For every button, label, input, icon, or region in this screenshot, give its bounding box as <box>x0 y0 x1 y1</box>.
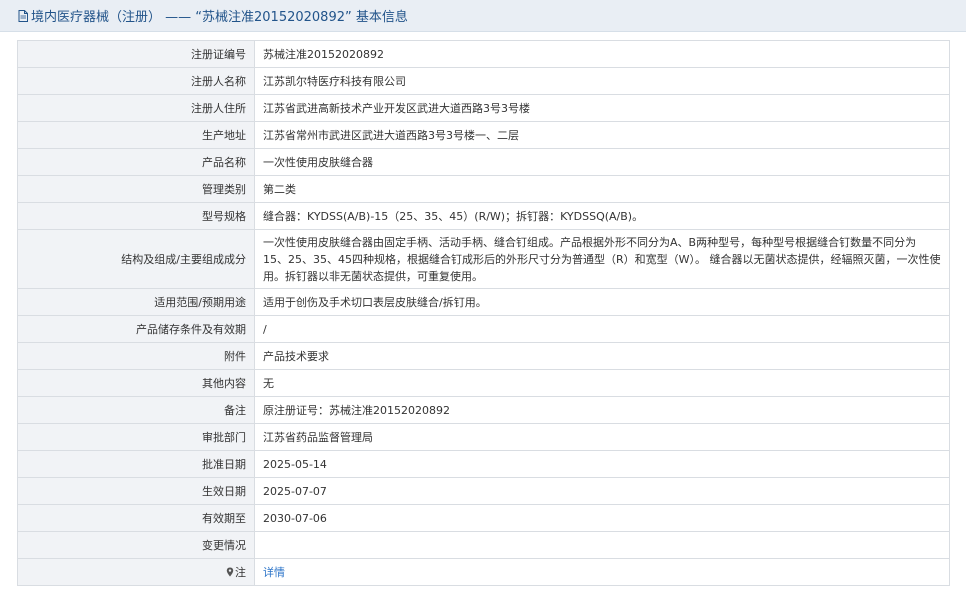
info-table: 注册证编号 苏械注准20152020892 注册人名称 江苏凯尔特医疗科技有限公… <box>17 40 950 586</box>
details-link[interactable]: 详情 <box>263 566 285 579</box>
row-label: 型号规格 <box>17 202 255 230</box>
table-row: 备注 原注册证号：苏械注准20152020892 <box>17 396 950 424</box>
row-label: 有效期至 <box>17 504 255 532</box>
table-row: 结构及组成/主要组成成分 一次性使用皮肤缝合器由固定手柄、活动手柄、缝合钉组成。… <box>17 229 950 289</box>
row-value: 第二类 <box>254 175 950 203</box>
row-label: 附件 <box>17 342 255 370</box>
row-label: 批准日期 <box>17 450 255 478</box>
row-label: 备注 <box>17 396 255 424</box>
row-value: 原注册证号：苏械注准20152020892 <box>254 396 950 424</box>
info-table-container: 注册证编号 苏械注准20152020892 注册人名称 江苏凯尔特医疗科技有限公… <box>17 40 950 586</box>
row-value: 江苏省药品监督管理局 <box>254 423 950 451</box>
table-row: 生效日期 2025-07-07 <box>17 477 950 505</box>
row-value: 产品技术要求 <box>254 342 950 370</box>
row-value: 2025-05-14 <box>254 450 950 478</box>
document-icon <box>18 9 28 22</box>
pin-icon <box>226 567 234 576</box>
table-row: 产品储存条件及有效期 / <box>17 315 950 343</box>
row-label: 生产地址 <box>17 121 255 149</box>
note-label-cell: 注 <box>17 558 255 586</box>
row-value: 苏械注准20152020892 <box>254 40 950 68</box>
table-row: 其他内容 无 <box>17 369 950 397</box>
row-label: 变更情况 <box>17 531 255 559</box>
row-label: 注册证编号 <box>17 40 255 68</box>
row-label: 产品名称 <box>17 148 255 176</box>
row-value: 无 <box>254 369 950 397</box>
row-value <box>254 531 950 559</box>
row-value: 适用于创伤及手术切口表层皮肤缝合/拆钉用。 <box>254 288 950 316</box>
note-value-cell: 详情 <box>254 558 950 586</box>
table-row: 注册人名称 江苏凯尔特医疗科技有限公司 <box>17 67 950 95</box>
row-label: 适用范围/预期用途 <box>17 288 255 316</box>
row-value: 江苏凯尔特医疗科技有限公司 <box>254 67 950 95</box>
page-title: 境内医疗器械（注册） —— “苏械注准20152020892” 基本信息 <box>31 10 408 25</box>
row-value: / <box>254 315 950 343</box>
table-row: 审批部门 江苏省药品监督管理局 <box>17 423 950 451</box>
table-row: 批准日期 2025-05-14 <box>17 450 950 478</box>
table-row: 变更情况 <box>17 531 950 559</box>
row-label: 注册人住所 <box>17 94 255 122</box>
row-label: 产品储存条件及有效期 <box>17 315 255 343</box>
table-row: 型号规格 缝合器：KYDSS(A/B)-15（25、35、45）(R/W)；拆钉… <box>17 202 950 230</box>
table-row: 附件 产品技术要求 <box>17 342 950 370</box>
row-label: 审批部门 <box>17 423 255 451</box>
row-value: 2025-07-07 <box>254 477 950 505</box>
row-label: 其他内容 <box>17 369 255 397</box>
note-label: 注 <box>235 565 246 579</box>
table-row: 注册人住所 江苏省武进高新技术产业开发区武进大道西路3号3号楼 <box>17 94 950 122</box>
table-row-note: 注 详情 <box>17 558 950 586</box>
table-row: 管理类别 第二类 <box>17 175 950 203</box>
row-value: 江苏省武进高新技术产业开发区武进大道西路3号3号楼 <box>254 94 950 122</box>
table-row: 产品名称 一次性使用皮肤缝合器 <box>17 148 950 176</box>
row-label: 管理类别 <box>17 175 255 203</box>
row-value: 江苏省常州市武进区武进大道西路3号3号楼一、二层 <box>254 121 950 149</box>
row-label: 结构及组成/主要组成成分 <box>17 229 255 289</box>
page-header: 境内医疗器械（注册） —— “苏械注准20152020892” 基本信息 <box>0 0 966 32</box>
row-label: 注册人名称 <box>17 67 255 95</box>
row-value: 一次性使用皮肤缝合器 <box>254 148 950 176</box>
table-row: 适用范围/预期用途 适用于创伤及手术切口表层皮肤缝合/拆钉用。 <box>17 288 950 316</box>
row-label: 生效日期 <box>17 477 255 505</box>
row-value: 一次性使用皮肤缝合器由固定手柄、活动手柄、缝合钉组成。产品根据外形不同分为A、B… <box>254 229 950 289</box>
table-row: 生产地址 江苏省常州市武进区武进大道西路3号3号楼一、二层 <box>17 121 950 149</box>
table-row: 注册证编号 苏械注准20152020892 <box>17 40 950 68</box>
row-value: 2030-07-06 <box>254 504 950 532</box>
table-row: 有效期至 2030-07-06 <box>17 504 950 532</box>
row-value: 缝合器：KYDSS(A/B)-15（25、35、45）(R/W)；拆钉器：KYD… <box>254 202 950 230</box>
